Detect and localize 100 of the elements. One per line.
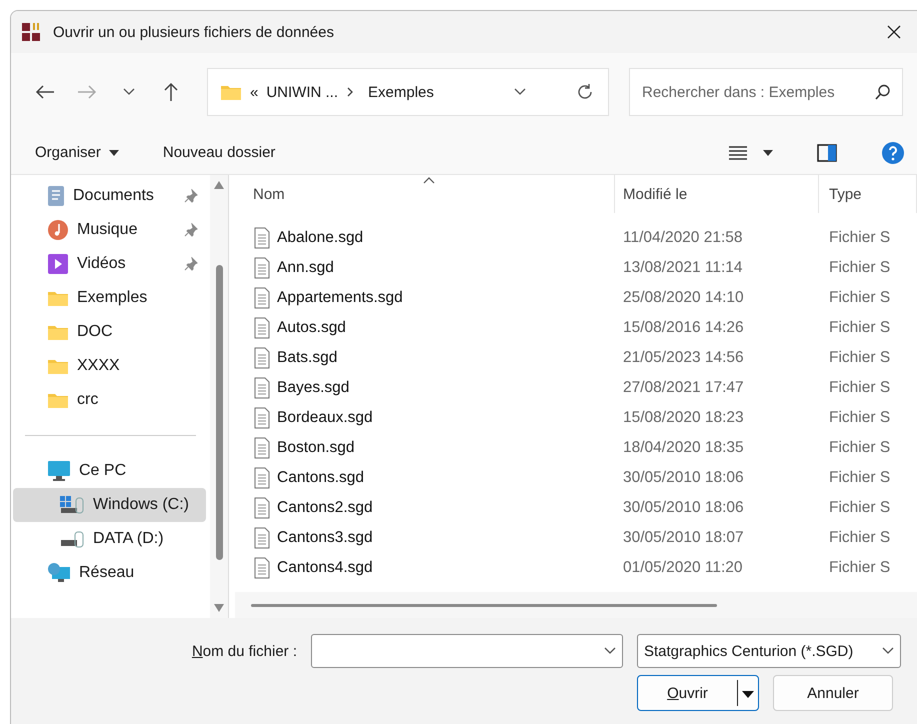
modified-date: 27/08/2021 17:47 [622,379,745,397]
modified-date: 13/08/2021 11:14 [622,259,744,277]
file-name[interactable]: Cantons4.sgd [277,559,373,577]
column-header[interactable]: Modifié le [615,175,819,213]
breadcrumb-overflow[interactable]: « [250,84,258,100]
horizontal-scrollbar[interactable] [235,592,917,618]
chevron-right-icon [346,86,354,98]
organise-menu[interactable]: Organiser [35,144,119,161]
column-header[interactable]: Type [819,175,917,213]
file-icon [253,377,271,399]
file-type: Fichier S [828,439,892,457]
help-button[interactable] [881,140,905,164]
modified-date: 11/04/2020 21:58 [622,229,744,247]
sidebar-item[interactable]: Vidéos [13,247,206,281]
chevron-down-icon [882,647,894,655]
scroll-up-icon[interactable] [214,181,224,189]
window-title: Ouvrir un ou plusieurs fichiers de données [53,24,335,40]
file-icon [253,227,271,249]
sidebar-item[interactable]: XXXX [13,349,206,383]
scroll-down-icon[interactable] [214,604,224,612]
file-icon [253,287,271,309]
file-type: Fichier S [828,349,892,367]
sidebar-item[interactable]: crc [13,383,206,417]
file-type-dropdown[interactable]: Statgraphics Centurion (*.SGD) [637,634,901,668]
sidebar-scrollbar[interactable] [210,175,228,618]
file-name-field[interactable] [311,634,623,668]
folder-icon [47,289,69,307]
app-icon [21,22,43,42]
network-icon [47,562,71,584]
file-type: Fichier S [828,559,892,577]
modified-date: 01/05/2020 11:20 [622,559,744,577]
column-header[interactable]: Nom [235,175,615,213]
modified-date: 15/08/2016 14:26 [622,319,745,337]
file-type: Fichier S [828,289,892,307]
file-type: Fichier S [828,499,892,517]
up-arrow-icon [163,82,179,102]
refresh-icon [576,83,594,101]
file-icon [253,257,271,279]
file-name[interactable]: Cantons.sgd [277,469,364,487]
file-type: Fichier S [828,529,892,547]
file-name[interactable]: Boston.sgd [277,439,355,457]
file-type: Fichier S [828,469,892,487]
file-icon [253,527,271,549]
sidebar-item[interactable]: Exemples [13,281,206,315]
caret-icon [742,690,754,698]
chevron-down-icon [123,88,135,96]
sidebar-item[interactable]: Documents [13,179,206,213]
right-arrow-icon [77,84,97,100]
modified-date: 18/04/2020 18:35 [622,439,745,457]
folder-icon [220,83,242,101]
modified-date: 21/05/2023 14:56 [622,349,745,367]
drive-icon [59,529,85,549]
sidebar-item[interactable]: Windows (C:) [13,488,206,522]
file-type: Fichier S [828,229,892,247]
file-name[interactable]: Abalone.sgd [277,229,364,247]
file-icon [253,557,271,579]
file-name[interactable]: Bordeaux.sgd [277,409,373,427]
cancel-button[interactable]: Annuler [773,675,893,711]
open-button[interactable]: Ouvrir [637,675,759,711]
music-icon [47,219,69,241]
breadcrumb[interactable]: UNIWIN ... [266,84,338,100]
file-name[interactable]: Cantons2.sgd [277,499,373,517]
file-name[interactable]: Cantons3.sgd [277,529,373,547]
file-icon [253,347,271,369]
new-folder-button[interactable]: Nouveau dossier [162,144,276,161]
chevron-down-icon [514,88,526,96]
sidebar-item[interactable]: Musique [13,213,206,247]
file-icon [253,317,271,339]
modified-date: 25/08/2020 14:10 [622,289,745,307]
file-name[interactable]: Bayes.sgd [277,379,350,397]
search-field[interactable]: Rechercher dans : Exemples [629,68,903,116]
breadcrumb[interactable]: Exemples [368,84,434,100]
caret-icon [108,150,119,156]
folder-icon [47,323,69,341]
file-name[interactable]: Bats.sgd [277,349,338,367]
preview-pane-button[interactable] [817,144,837,162]
file-icon [253,497,271,519]
pin-icon [184,223,198,237]
modified-date: 15/08/2020 18:23 [622,409,745,427]
sidebar-item[interactable]: Ce PC [13,454,206,488]
sidebar-item[interactable]: DATA (D:) [13,522,206,556]
file-type: Fichier S [828,379,892,397]
file-type: Fichier S [828,259,892,277]
file-name-label: Nom du fichier : [192,642,297,660]
file-icon [253,407,271,429]
chevron-down-icon [604,647,616,655]
search-icon [875,84,891,100]
system-drive-icon [59,495,85,515]
file-name[interactable]: Ann.sgd [277,259,334,277]
file-name[interactable]: Appartements.sgd [277,289,403,307]
view-menu[interactable] [729,146,773,160]
sidebar-item[interactable]: DOC [13,315,206,349]
file-name[interactable]: Autos.sgd [277,319,346,337]
pin-icon [184,189,198,203]
address-bar[interactable]: « UNIWIN ... Exemples [207,68,609,116]
sidebar-item[interactable]: Réseau [13,556,206,590]
video-icon [47,253,69,275]
monitor-icon [47,460,71,482]
close-icon [886,24,902,40]
file-icon [253,467,271,489]
